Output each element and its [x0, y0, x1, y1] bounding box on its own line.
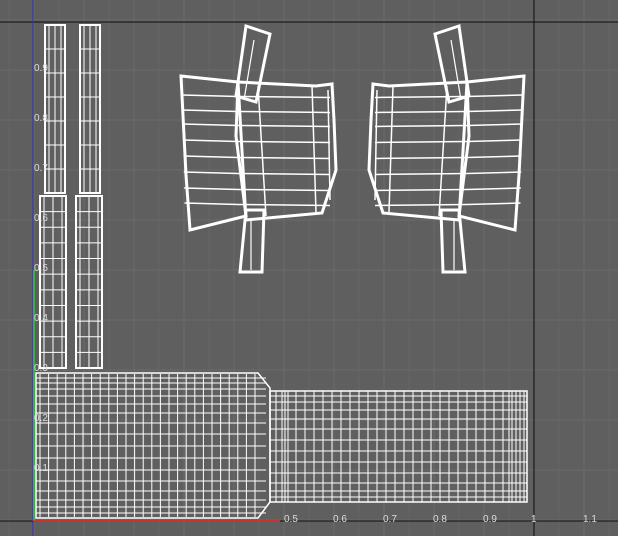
wire-edge: [374, 156, 468, 160]
shell-outline: [236, 80, 338, 222]
right-sleeve-strip-top[interactable]: [79, 24, 101, 194]
v-axis-tick-labels: 0.9 0.8 0.7 0.6 0.5 0.4 0.3 0.2 0.1: [34, 63, 48, 474]
wire-edge: [311, 85, 317, 213]
wire-edge: [183, 171, 239, 175]
wire-edge: [237, 124, 331, 128]
wire-edge: [466, 171, 522, 175]
u-tick-label: 0.6: [333, 514, 347, 525]
wire-edge: [374, 95, 468, 99]
wire-edge: [374, 110, 468, 114]
wire-edge: [388, 85, 394, 213]
v-tick-label: 0.2: [34, 413, 48, 424]
wire-edge: [466, 139, 522, 143]
wire-edge: [438, 85, 448, 217]
v-tick-label: 0.9: [34, 63, 48, 74]
wire-edge: [466, 155, 522, 159]
wire-edge: [184, 187, 239, 191]
wire-edge: [183, 139, 239, 143]
v-tick-label: 0.1: [34, 463, 48, 474]
uv-canvas[interactable]: 0.5 0.6 0.7 0.8 0.9 1 1.1 0.9 0.8 0.7 0.…: [0, 0, 618, 536]
u-tick-label: 0.5: [284, 514, 298, 525]
left-sleeve-strip-top[interactable]: [44, 24, 66, 194]
uv-editor-viewport[interactable]: 0.5 0.6 0.7 0.8 0.9 1 1.1 0.9 0.8 0.7 0.…: [0, 0, 618, 536]
u-tick-label: 1.1: [583, 514, 597, 525]
wire-edge: [184, 202, 239, 206]
wire-edge: [183, 155, 239, 159]
u-tick-label: 0.8: [433, 514, 447, 525]
v-tick-label: 0.5: [34, 263, 48, 274]
wire-edge: [237, 95, 331, 99]
v-tick-label: 0.8: [34, 113, 48, 124]
uv-axes: [32, 0, 280, 536]
wire-edge: [182, 123, 239, 127]
right-sleeve-strip-bottom[interactable]: [75, 195, 103, 369]
wire-edge: [237, 110, 331, 114]
wire-edge: [374, 188, 468, 192]
v-tick-label: 0.4: [34, 313, 48, 324]
wire-edge: [466, 109, 523, 113]
v-tick-label: 0.3: [34, 363, 48, 374]
wire-edge: [466, 123, 523, 127]
wire-edge: [374, 89, 378, 201]
wire-edge: [374, 172, 468, 176]
wire-edge: [237, 188, 331, 192]
wire-edge: [181, 94, 239, 98]
uv-grid: [0, 0, 618, 536]
body-panel-grid[interactable]: [35, 372, 528, 519]
shell-outline: [433, 24, 471, 104]
v-tick-label: 0.6: [34, 213, 48, 224]
v-tick-label: 0.7: [34, 163, 48, 174]
wire-edge: [466, 202, 521, 206]
shell-outline: [457, 74, 526, 232]
wire-edge: [327, 89, 331, 201]
wire-edge: [466, 94, 524, 98]
shell-outline: [179, 74, 248, 232]
right-hand-shell[interactable]: [367, 24, 526, 274]
wire-edge: [237, 140, 331, 144]
wire-edge: [466, 187, 521, 191]
wire-edge: [237, 172, 331, 176]
wire-edge: [237, 156, 331, 160]
wire-edge: [182, 109, 239, 113]
wire-edge: [374, 140, 468, 144]
u-tick-label: 0.9: [483, 514, 497, 525]
u-tick-label: 0.7: [383, 514, 397, 525]
wire-edge: [374, 124, 468, 128]
shell-outline: [234, 24, 272, 104]
u-tick-label: 1: [531, 514, 537, 525]
